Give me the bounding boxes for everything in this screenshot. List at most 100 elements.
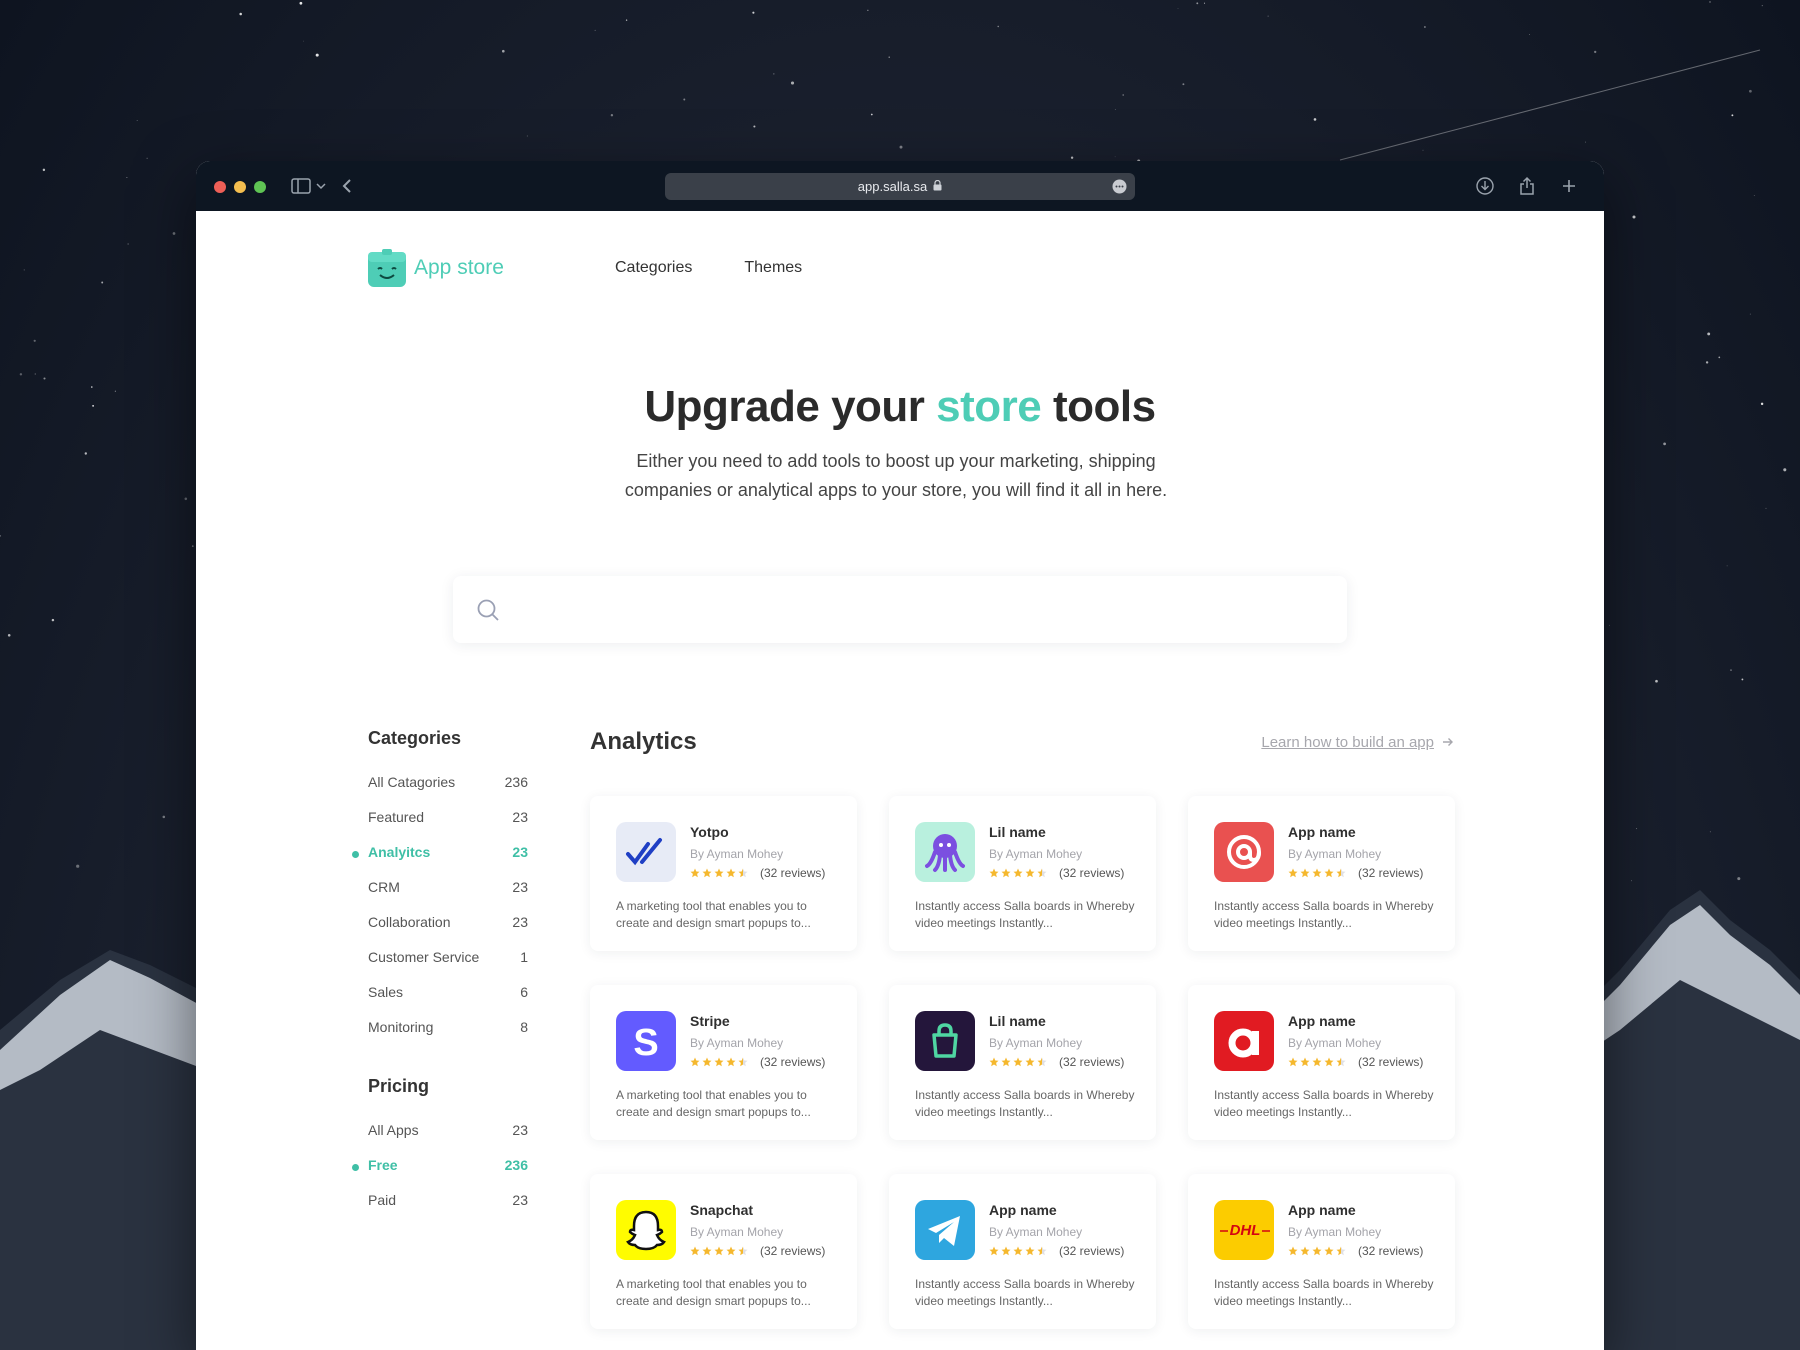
- star-icon: [1037, 1057, 1047, 1067]
- category-item-customer-service[interactable]: Customer Service 1: [368, 949, 528, 984]
- url-text: app.salla.sa: [857, 179, 928, 194]
- star-icon: [1312, 1057, 1322, 1067]
- nav-themes[interactable]: Themes: [744, 259, 802, 277]
- yotpo-icon: [616, 822, 676, 882]
- search-box[interactable]: [453, 576, 1347, 643]
- star-icon: [1312, 1246, 1322, 1256]
- page-content: App store Categories Themes Upgrade your…: [196, 211, 1604, 1350]
- app-description: Instantly access Salla boards in Whereby…: [1214, 1277, 1434, 1308]
- category-item-monitoring[interactable]: Monitoring 8: [368, 1019, 528, 1054]
- pricing-list: All Apps 23 Free 236 Paid 23: [352, 1122, 528, 1227]
- octopus-icon: [915, 822, 975, 882]
- close-window-button[interactable]: [214, 181, 226, 193]
- active-indicator-dot: [352, 851, 359, 858]
- app-name: App name: [1288, 824, 1356, 840]
- star-icon: [1025, 1246, 1035, 1256]
- chevron-down-icon[interactable]: [310, 175, 332, 197]
- review-count: (32 reviews): [760, 866, 826, 880]
- star-icon: [1013, 868, 1023, 878]
- pricing-item-label: All Apps: [368, 1122, 419, 1138]
- brand-logo[interactable]: App store: [368, 249, 504, 287]
- pricing-item-count: 23: [512, 1122, 528, 1138]
- more-options-icon[interactable]: [1112, 179, 1127, 197]
- app-description: Instantly access Salla boards in Whereby…: [1214, 1088, 1434, 1119]
- app-name: Lil name: [989, 1013, 1046, 1029]
- category-item-count: 23: [512, 914, 528, 930]
- app-description: A marketing tool that enables you to cre…: [616, 1088, 811, 1119]
- learn-link-label: Learn how to build an app: [1261, 734, 1434, 751]
- app-author: By Ayman Mohey: [1288, 1036, 1382, 1050]
- nav-categories[interactable]: Categories: [615, 259, 692, 277]
- category-item-label: Collaboration: [368, 914, 451, 930]
- category-item-sales[interactable]: Sales 6: [368, 984, 528, 1019]
- app-card[interactable]: App name By Ayman Mohey (32 reviews) Instan…: [889, 1174, 1156, 1329]
- at-sign-icon: [1214, 822, 1274, 882]
- star-icon: [726, 1057, 736, 1067]
- hero-title-start: Upgrade your: [644, 382, 925, 431]
- apps-section: Analytics Learn how to build an app Yotp…: [590, 728, 1455, 1329]
- pricing-item-label: Free: [368, 1157, 398, 1173]
- app-author: By Ayman Mohey: [1288, 847, 1382, 861]
- app-author: By Ayman Mohey: [690, 847, 784, 861]
- star-icon: [1037, 1246, 1047, 1256]
- pricing-item-paid[interactable]: Paid 23: [368, 1192, 528, 1227]
- app-description: Instantly access Salla boards in Whereby…: [915, 899, 1135, 930]
- new-tab-plus-icon[interactable]: [1558, 175, 1580, 197]
- stripe-icon: S: [616, 1011, 676, 1071]
- maximize-window-button[interactable]: [254, 181, 266, 193]
- star-icon: [1288, 1057, 1298, 1067]
- svg-text:S: S: [633, 1022, 658, 1064]
- star-rating: (32 reviews): [1288, 866, 1423, 880]
- search-input[interactable]: [517, 590, 1321, 630]
- star-rating: (32 reviews): [690, 1244, 825, 1258]
- sidebar-toggle-icon[interactable]: [290, 175, 312, 197]
- review-count: (32 reviews): [1059, 866, 1125, 880]
- main-nav: Categories Themes: [615, 259, 802, 277]
- category-item-label: Featured: [368, 809, 425, 825]
- app-card[interactable]: S Stripe By Ayman Mohey (32 reviews) A marke…: [590, 985, 857, 1140]
- share-icon[interactable]: [1516, 175, 1538, 197]
- pricing-item-all-apps[interactable]: All Apps 23: [368, 1122, 528, 1157]
- categories-heading: Categories: [368, 728, 462, 748]
- star-icon: [1001, 1057, 1011, 1067]
- star-icon: [1336, 868, 1346, 878]
- app-author: By Ayman Mohey: [989, 1225, 1083, 1239]
- category-item-all-catagories[interactable]: All Catagories 236: [368, 774, 528, 809]
- category-item-analyitcs[interactable]: Analyitcs 23: [352, 844, 528, 879]
- review-count: (32 reviews): [1059, 1055, 1125, 1069]
- app-description: Instantly access Salla boards in Whereby…: [1214, 899, 1434, 930]
- app-card[interactable]: App name By Ayman Mohey (32 reviews) Instan…: [1188, 796, 1455, 951]
- letter-a-icon: [1214, 1011, 1274, 1071]
- browser-titlebar: app.salla.sa: [196, 161, 1604, 211]
- category-item-count: 6: [520, 984, 528, 1000]
- back-arrow-icon[interactable]: [336, 175, 358, 197]
- category-item-crm[interactable]: CRM 23: [368, 879, 528, 914]
- category-item-collaboration[interactable]: Collaboration 23: [368, 914, 528, 949]
- app-card[interactable]: App name By Ayman Mohey (32 reviews) Instan…: [1188, 985, 1455, 1140]
- app-card[interactable]: Lil name By Ayman Mohey (32 reviews) Instan…: [889, 985, 1156, 1140]
- star-icon: [989, 1246, 999, 1256]
- app-card[interactable]: Lil name By Ayman Mohey (32 reviews) Instan…: [889, 796, 1156, 951]
- browser-window: app.salla.sa App store Categories Themes…: [196, 161, 1604, 1350]
- app-card[interactable]: Yotpo By Ayman Mohey (32 reviews) A marketi…: [590, 796, 857, 951]
- star-icon: [1025, 1057, 1035, 1067]
- address-bar[interactable]: app.salla.sa: [665, 173, 1135, 200]
- download-icon[interactable]: [1474, 175, 1496, 197]
- category-item-featured[interactable]: Featured 23: [368, 809, 528, 844]
- app-card[interactable]: DHL App name By Ayman Mohey (32 reviews) Ins…: [1188, 1174, 1455, 1329]
- star-icon: [1300, 868, 1310, 878]
- brand-name: App store: [414, 256, 504, 279]
- pricing-item-free[interactable]: Free 236: [352, 1157, 528, 1192]
- star-icon: [1001, 868, 1011, 878]
- star-icon: [1312, 868, 1322, 878]
- shopping-bag-icon: [915, 1011, 975, 1071]
- app-description: A marketing tool that enables you to cre…: [616, 1277, 811, 1308]
- category-item-label: Customer Service: [368, 949, 480, 965]
- minimize-window-button[interactable]: [234, 181, 246, 193]
- star-icon: [738, 868, 748, 878]
- app-card[interactable]: Snapchat By Ayman Mohey (32 reviews) A mark…: [590, 1174, 857, 1329]
- learn-build-app-link[interactable]: Learn how to build an app: [1261, 734, 1454, 751]
- pricing-item-count: 23: [512, 1192, 528, 1208]
- search-icon: [477, 599, 499, 626]
- pricing-item-label: Paid: [368, 1192, 397, 1208]
